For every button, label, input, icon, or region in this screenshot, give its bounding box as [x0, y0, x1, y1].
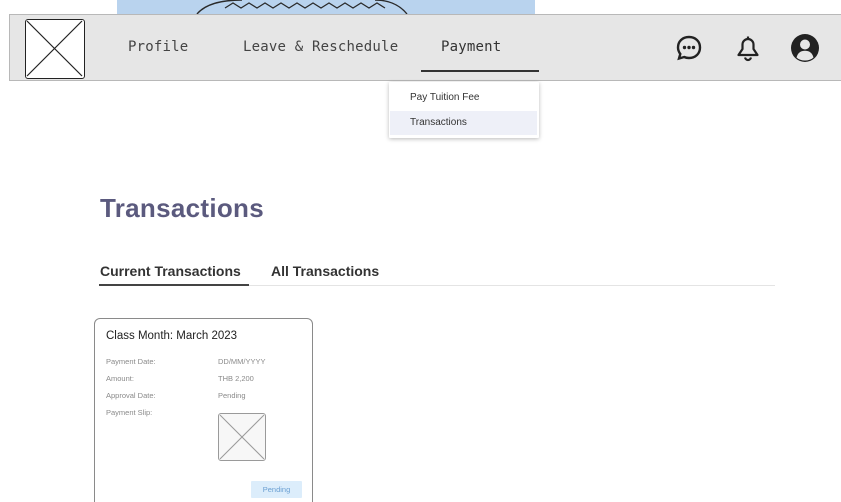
tab-all-transactions[interactable]: All Transactions [271, 263, 379, 279]
chat-icon[interactable] [674, 33, 704, 63]
approval-date-value: Pending [218, 391, 246, 400]
amount-value: THB 2,200 [218, 374, 254, 383]
menu-item-pay-tuition-fee[interactable]: Pay Tuition Fee [389, 86, 539, 110]
nav-leave-reschedule[interactable]: Leave & Reschedule [243, 39, 398, 55]
approval-date-label: Approval Date: [106, 391, 156, 400]
tab-active-underline [99, 284, 249, 286]
nav-active-underline [421, 70, 539, 72]
user-icon[interactable] [790, 33, 820, 63]
payment-date-value: DD/MM/YYYY [218, 357, 266, 366]
page: Profile Leave & Reschedule Payment Pay T… [0, 0, 841, 502]
nav-payment[interactable]: Payment [441, 39, 501, 55]
status-badge: Pending [251, 481, 302, 498]
top-banner-image [117, 0, 535, 14]
top-navbar: Profile Leave & Reschedule Payment [9, 14, 841, 81]
payment-dropdown-menu: Pay Tuition Fee Transactions [389, 82, 539, 138]
payment-slip-image-placeholder[interactable] [218, 413, 266, 461]
tab-current-transactions[interactable]: Current Transactions [100, 263, 241, 279]
nav-profile[interactable]: Profile [128, 39, 188, 55]
amount-label: Amount: [106, 374, 134, 383]
menu-item-transactions[interactable]: Transactions [390, 111, 537, 135]
page-title: Transactions [100, 193, 264, 223]
bell-icon[interactable] [733, 33, 763, 63]
payment-date-label: Payment Date: [106, 357, 156, 366]
card-title: Class Month: March 2023 [106, 330, 238, 342]
transaction-card[interactable]: Class Month: March 2023 Payment Date: DD… [94, 318, 313, 502]
payment-slip-label: Payment Slip: [106, 408, 153, 417]
logo-placeholder[interactable] [25, 19, 85, 79]
